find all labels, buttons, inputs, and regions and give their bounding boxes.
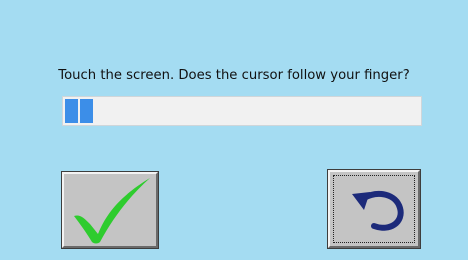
- touch-calibration-dialog: Touch the screen. Does the cursor follow…: [0, 0, 468, 260]
- undo-button[interactable]: [327, 169, 421, 249]
- progress-block: [65, 99, 78, 123]
- progress-fill: [65, 99, 93, 123]
- confirm-button[interactable]: [61, 171, 159, 249]
- progress-bar: [62, 96, 422, 126]
- progress-block: [80, 99, 93, 123]
- calibration-prompt: Touch the screen. Does the cursor follow…: [58, 68, 410, 83]
